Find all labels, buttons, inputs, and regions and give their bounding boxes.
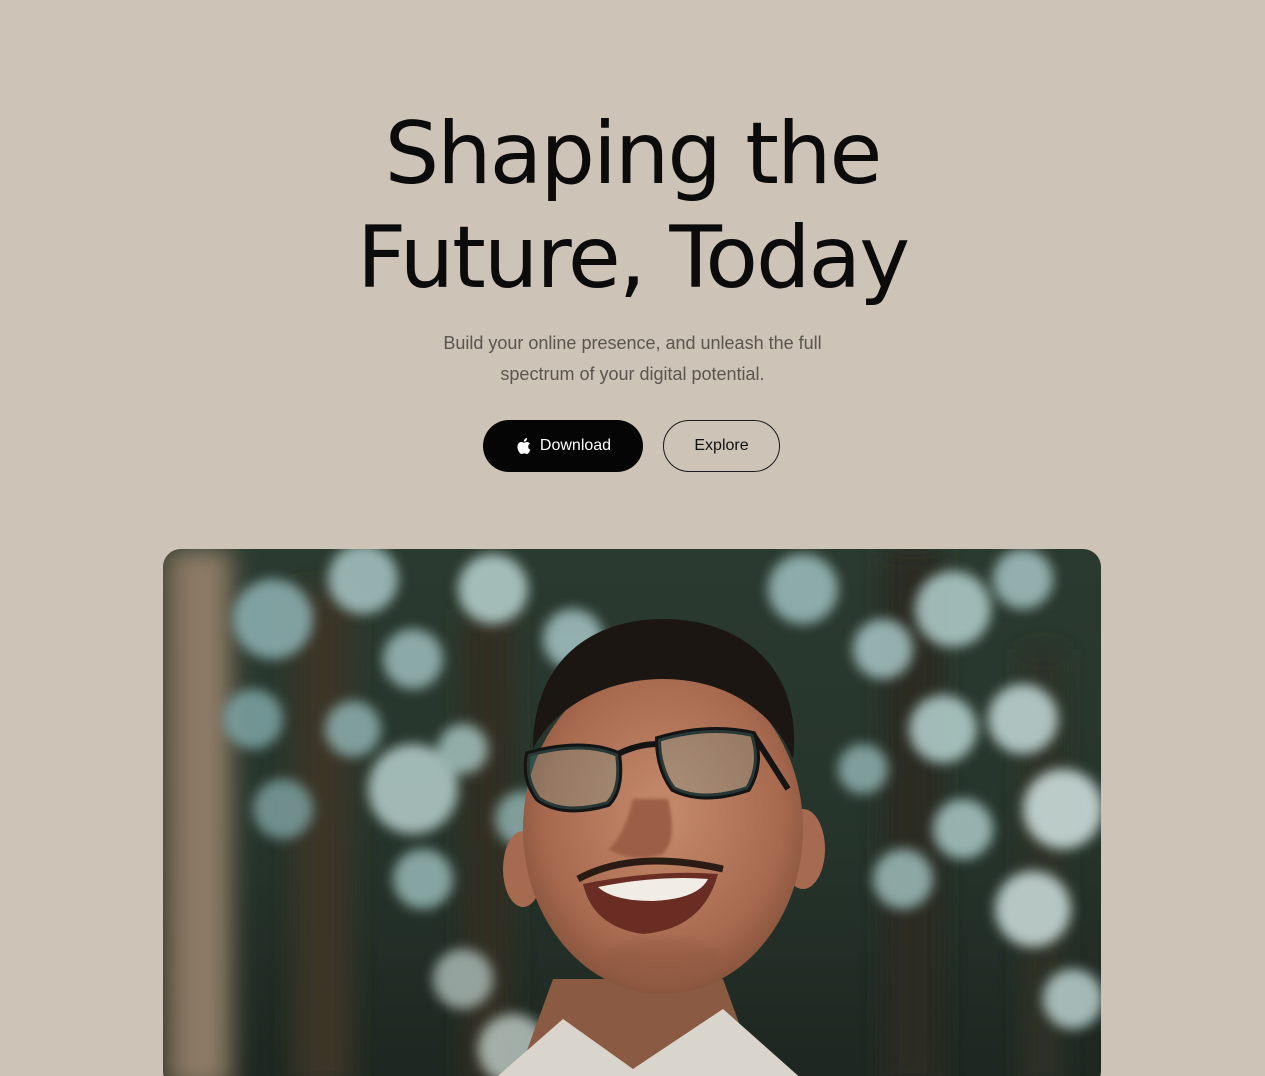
download-button-label: Download	[539, 437, 612, 454]
download-button[interactable]: Download	[483, 420, 643, 472]
headline-line-2: Future, Today	[356, 208, 910, 308]
subtitle-line-2: spectrum of your digital potential.	[500, 364, 765, 384]
hero-photo	[163, 549, 1101, 1076]
subtitle-line-1: Build your online presence, and unleash …	[443, 333, 822, 353]
apple-icon	[517, 438, 531, 454]
hero-subtitle: Build your online presence, and unleash …	[0, 328, 1265, 390]
headline-line-1: Shaping the	[384, 104, 883, 204]
hero-section: Shaping the Future, Today Build your onl…	[0, 0, 1265, 1076]
hero-headline: Shaping the Future, Today	[0, 102, 1265, 310]
smiling-man-photo	[163, 549, 1101, 1076]
explore-button-label: Explore	[694, 437, 749, 454]
explore-button[interactable]: Explore	[663, 420, 780, 472]
